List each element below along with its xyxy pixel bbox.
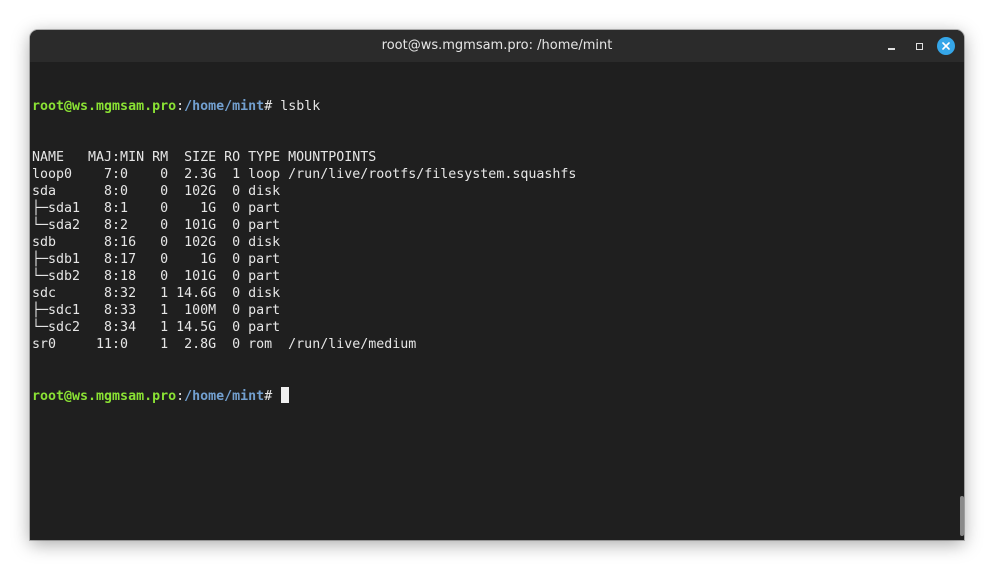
output-line: ├─sdc1 8:33 1 100M 0 part xyxy=(32,303,281,318)
output-line: └─sdb2 8:18 0 101G 0 part xyxy=(32,269,281,284)
title-bar[interactable]: root@ws.mgmsam.pro: /home/mint xyxy=(30,30,964,62)
output-line: ├─sdb1 8:17 0 1G 0 part xyxy=(32,252,281,267)
maximize-button[interactable] xyxy=(909,36,929,56)
vertical-scrollbar[interactable] xyxy=(958,62,964,540)
output-line: loop0 7:0 0 2.3G 1 loop /run/live/rootfs… xyxy=(32,167,577,182)
prompt-user-host: root@ws.mgmsam.pro xyxy=(32,99,177,114)
close-button[interactable] xyxy=(936,36,956,56)
prompt-line-current[interactable]: root@ws.mgmsam.pro:/home/mint# xyxy=(32,387,958,404)
terminal-window: root@ws.mgmsam.pro: /home/mint root@ws.m… xyxy=(30,30,964,540)
prompt-path: /home/mint xyxy=(184,389,265,404)
close-icon xyxy=(937,37,955,55)
maximize-icon xyxy=(915,42,923,50)
prompt-user-host: root@ws.mgmsam.pro xyxy=(32,389,177,404)
prompt-separator: : xyxy=(176,99,185,114)
terminal-output[interactable]: root@ws.mgmsam.pro:/home/mint# lsblk NAM… xyxy=(30,62,958,540)
command-output: NAME MAJ:MIN RM SIZE RO TYPE MOUNTPOINTS… xyxy=(32,149,958,353)
minimize-button[interactable] xyxy=(881,36,901,56)
prompt-symbol: # xyxy=(264,99,281,114)
output-line: sda 8:0 0 102G 0 disk xyxy=(32,184,281,199)
output-line: NAME MAJ:MIN RM SIZE RO TYPE MOUNTPOINTS xyxy=(32,150,377,165)
output-line: sr0 11:0 1 2.8G 0 rom /run/live/medium xyxy=(32,337,417,352)
prompt-separator: : xyxy=(176,389,185,404)
prompt-line: root@ws.mgmsam.pro:/home/mint# lsblk xyxy=(32,98,958,115)
output-line: sdb 8:16 0 102G 0 disk xyxy=(32,235,281,250)
window-title: root@ws.mgmsam.pro: /home/mint xyxy=(381,38,613,53)
output-line: sdc 8:32 1 14.6G 0 disk xyxy=(32,286,281,301)
prompt-symbol: # xyxy=(264,389,281,404)
scrollbar-thumb[interactable] xyxy=(960,496,964,536)
minimize-icon xyxy=(887,48,895,50)
output-line: ├─sda1 8:1 0 1G 0 part xyxy=(32,201,281,216)
output-line: └─sdc2 8:34 1 14.5G 0 part xyxy=(32,320,281,335)
prompt-path: /home/mint xyxy=(184,99,265,114)
text-cursor xyxy=(281,387,290,403)
output-line: └─sda2 8:2 0 101G 0 part xyxy=(32,218,281,233)
command-text: lsblk xyxy=(280,99,321,114)
